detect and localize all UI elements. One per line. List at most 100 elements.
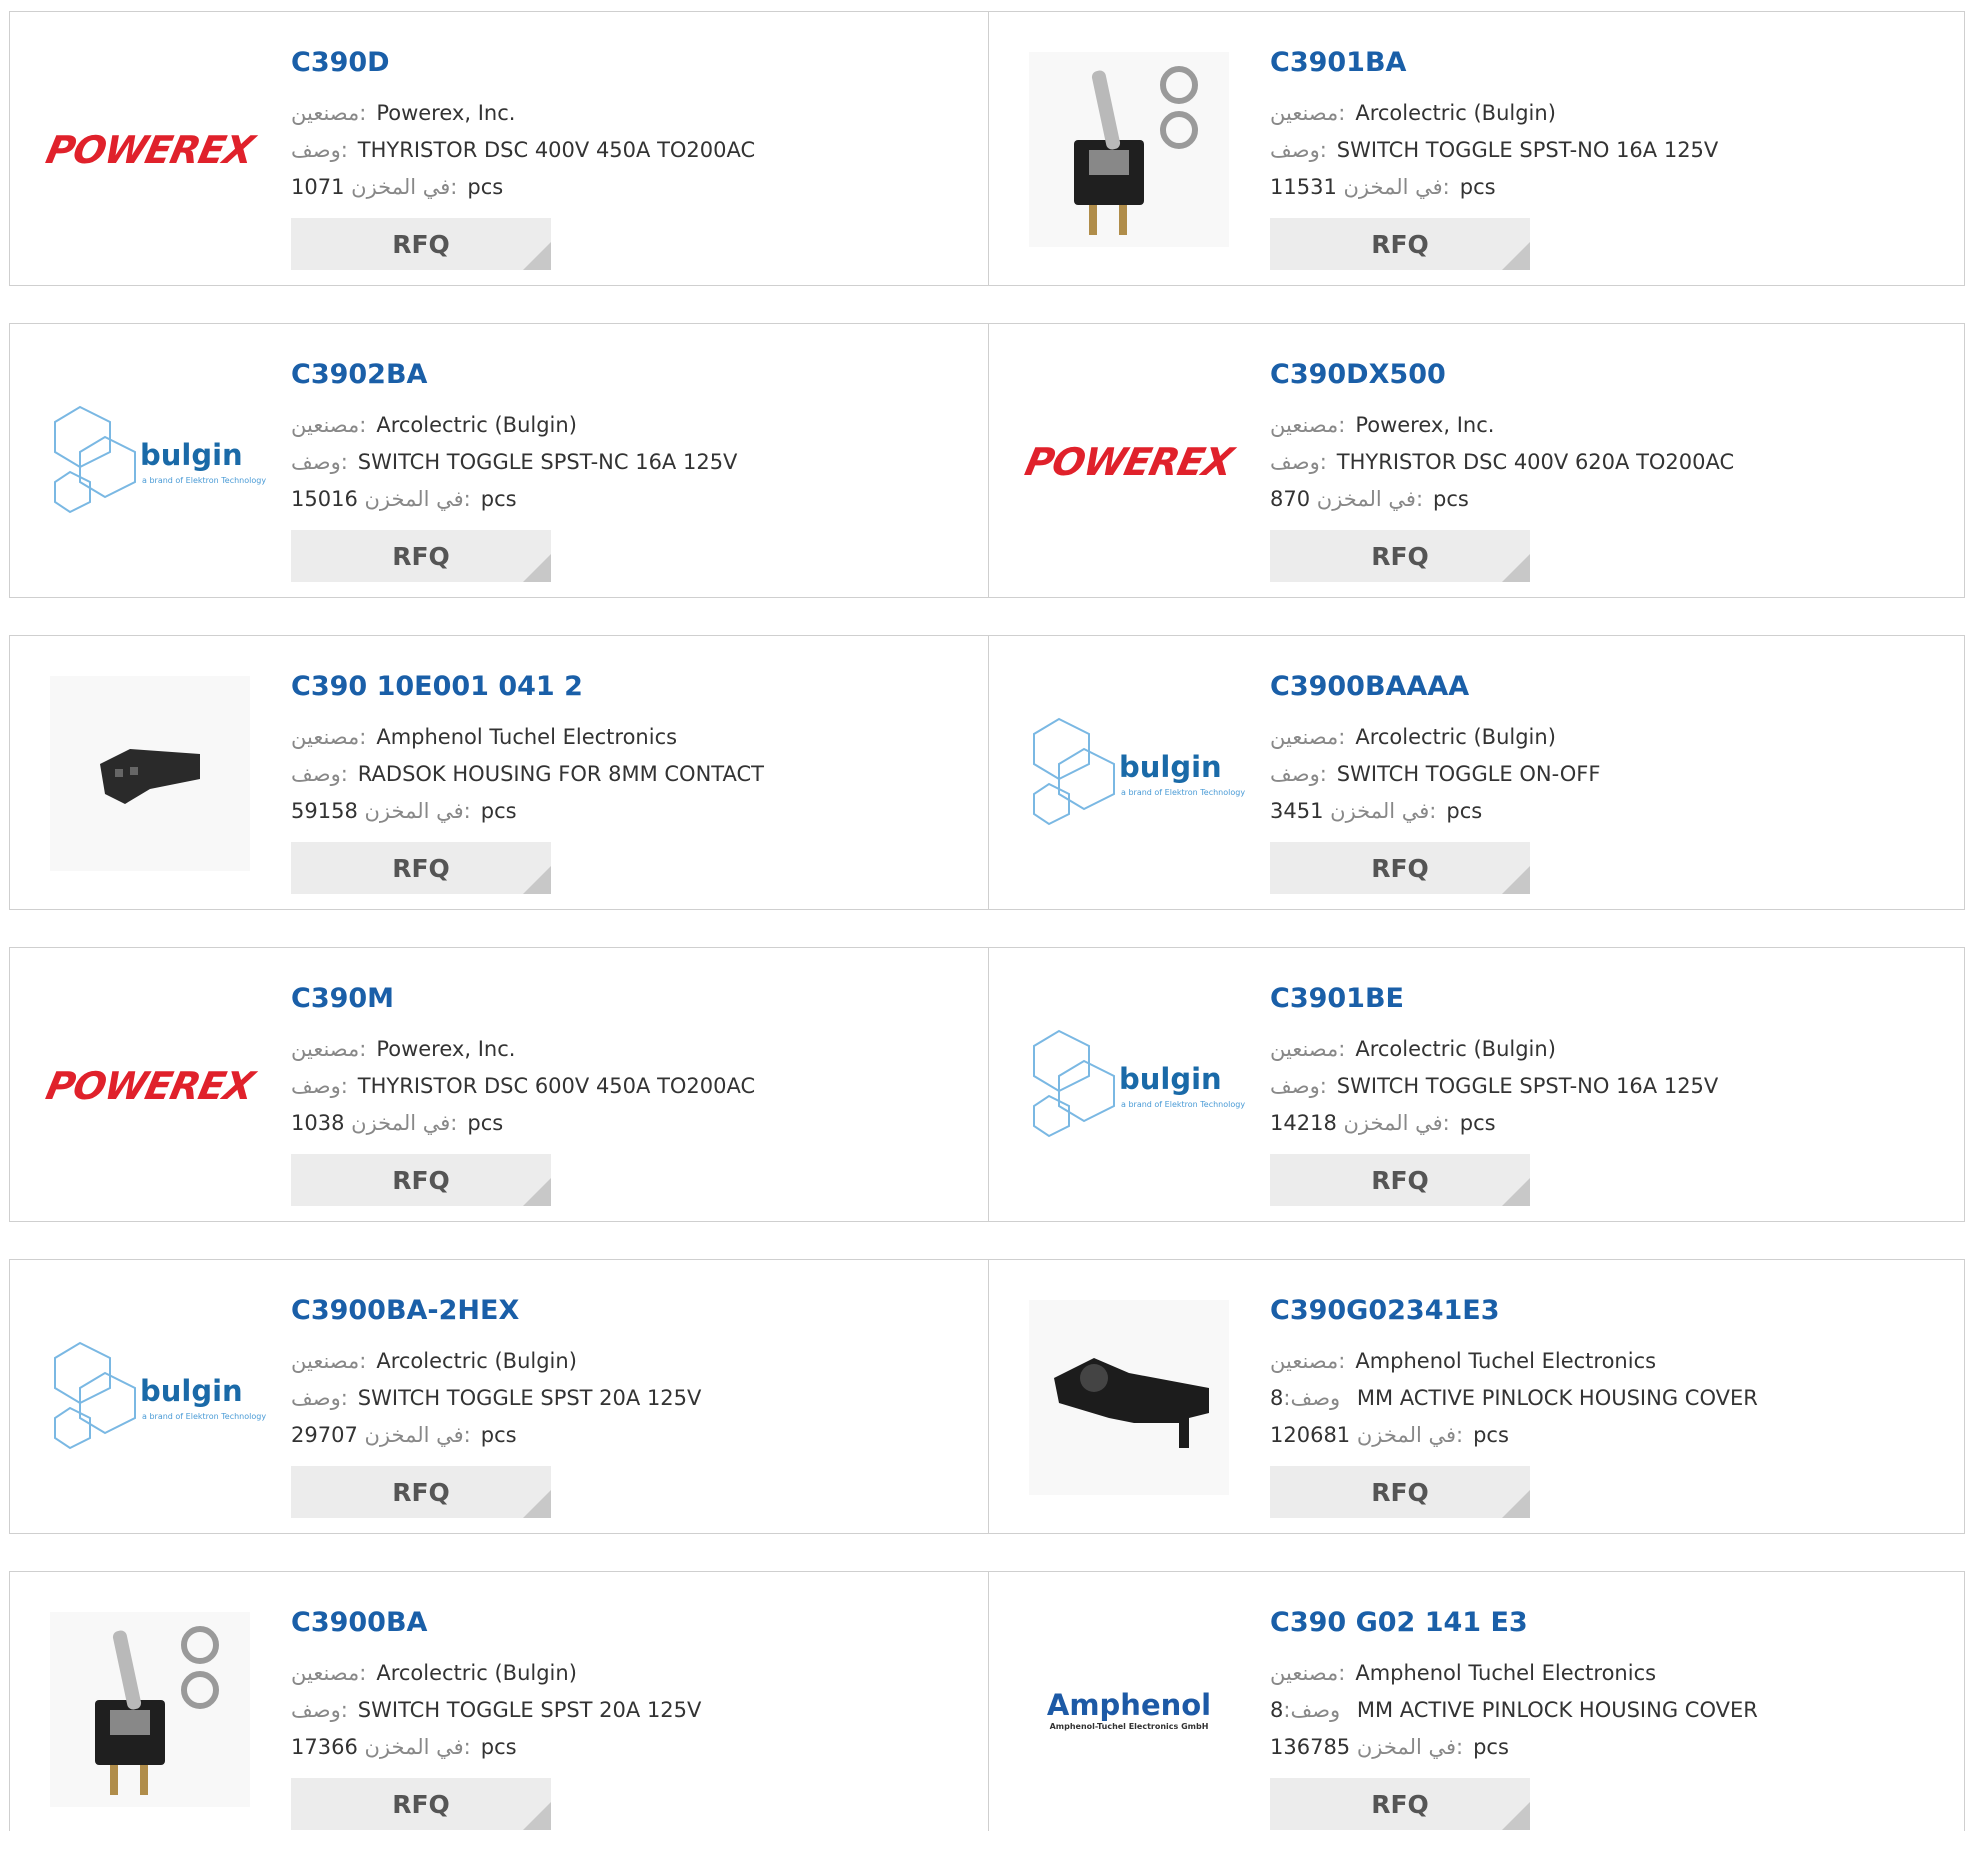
stock-value: 29707 <box>291 1423 358 1447</box>
description-label: وصف: <box>291 1386 348 1410</box>
product-card: bulgin a brand of Elektron Technology C390… <box>988 948 1965 1221</box>
description-line: وصف: SWITCH TOGGLE SPST-NO 16A 125V <box>1270 1068 1950 1105</box>
powerex-logo: POWEREX <box>42 127 258 172</box>
product-image[interactable]: bulgin a brand of Elektron Technology <box>1029 988 1245 1183</box>
product-image[interactable] <box>50 676 250 871</box>
rfq-button[interactable]: RFQ <box>1270 842 1530 894</box>
product-part-number-link[interactable]: C390M <box>291 982 971 1016</box>
stock-value: 14218 <box>1270 1111 1337 1135</box>
description-label: وصف: <box>1270 450 1327 474</box>
product-image[interactable] <box>1029 1300 1229 1495</box>
product-image[interactable]: POWEREX <box>43 52 258 247</box>
product-row: C3900BA مصنعين: Arcolectric (Bulgin) وصف: SW… <box>9 1571 1965 1831</box>
rfq-button[interactable]: RFQ <box>1270 1778 1530 1830</box>
description-label: وصف: <box>1283 1386 1341 1410</box>
corner-triangle-icon <box>523 1490 551 1518</box>
manufacturer-value: Arcolectric (Bulgin) <box>376 413 577 437</box>
product-info: C3900BAAAA مصنعين: Arcolectric (Bulgin) وصف… <box>1270 670 1950 894</box>
stock-label: في المخزن: <box>1330 799 1437 823</box>
stock-line: 29707 في المخزن: pcs <box>291 1417 971 1454</box>
product-card: C390 10E001 041 2 مصنعين: Amphenol Tuchel … <box>10 636 988 909</box>
stock-label: في المخزن: <box>364 1735 471 1759</box>
rfq-button[interactable]: RFQ <box>291 530 551 582</box>
manufacturer-line: مصنعين: Arcolectric (Bulgin) <box>291 1343 971 1380</box>
description-label: وصف: <box>291 1698 348 1722</box>
product-card: POWEREX C390D مصنعين: Powerex, Inc. وصف: THYR… <box>10 12 988 285</box>
product-card: bulgin a brand of Elektron Technology C390… <box>10 324 988 597</box>
rfq-button[interactable]: RFQ <box>291 1154 551 1206</box>
product-part-number-link[interactable]: C3901BA <box>1270 46 1950 80</box>
product-part-number-link[interactable]: C3900BA <box>291 1606 971 1640</box>
product-image[interactable]: POWEREX <box>43 988 258 1183</box>
product-image[interactable] <box>50 1612 250 1807</box>
product-image[interactable]: bulgin a brand of Elektron Technology <box>50 1300 266 1495</box>
product-image[interactable] <box>1029 52 1229 247</box>
bulgin-tagline: a brand of Elektron Technology <box>1121 787 1246 797</box>
manufacturer-line: مصنعين: Amphenol Tuchel Electronics <box>291 719 971 756</box>
description-value: SWITCH TOGGLE SPST-NC 16A 125V <box>357 450 738 474</box>
description-value: 8 MM ACTIVE PINLOCK HOUSING COVER <box>1270 1698 1758 1722</box>
manufacturer-line: مصنعين: Powerex, Inc. <box>291 1031 971 1068</box>
rfq-button[interactable]: RFQ <box>291 842 551 894</box>
stock-value: 59158 <box>291 799 358 823</box>
rfq-label: RFQ <box>1371 1477 1429 1507</box>
corner-triangle-icon <box>523 242 551 270</box>
rfq-label: RFQ <box>392 1165 450 1195</box>
product-card: bulgin a brand of Elektron Technology C390… <box>10 1260 988 1533</box>
product-part-number-link[interactable]: C390 10E001 041 2 <box>291 670 971 704</box>
rfq-button[interactable]: RFQ <box>291 1466 551 1518</box>
description-line: وصف: SWITCH TOGGLE SPST 20A 125V <box>291 1692 971 1729</box>
corner-triangle-icon <box>1502 1802 1530 1830</box>
product-info: C3901BA مصنعين: Arcolectric (Bulgin) وصف: SW… <box>1270 46 1950 270</box>
rfq-button[interactable]: RFQ <box>1270 218 1530 270</box>
rfq-button[interactable]: RFQ <box>291 218 551 270</box>
manufacturer-value: Powerex, Inc. <box>376 1037 516 1061</box>
rfq-label: RFQ <box>1371 1789 1429 1819</box>
description-value: 8 MM ACTIVE PINLOCK HOUSING COVER <box>1270 1386 1758 1410</box>
product-info: C390 10E001 041 2 مصنعين: Amphenol Tuchel … <box>291 670 971 894</box>
manufacturer-value: Arcolectric (Bulgin) <box>1355 101 1556 125</box>
product-part-number-link[interactable]: C3901BE <box>1270 982 1950 1016</box>
product-image[interactable]: bulgin a brand of Elektron Technology <box>50 364 266 559</box>
product-part-number-link[interactable]: C390DX500 <box>1270 358 1950 392</box>
description-value: THYRISTOR DSC 400V 620A TO200AC <box>1336 450 1735 474</box>
corner-triangle-icon <box>1502 554 1530 582</box>
rfq-button[interactable]: RFQ <box>1270 1154 1530 1206</box>
stock-value: 17366 <box>291 1735 358 1759</box>
stock-line: 59158 في المخزن: pcs <box>291 793 971 830</box>
product-part-number-link[interactable]: C3900BAAAA <box>1270 670 1950 704</box>
product-info: C3902BA مصنعين: Arcolectric (Bulgin) وصف: SW… <box>291 358 971 582</box>
stock-line: 11531 في المخزن: pcs <box>1270 169 1950 206</box>
stock-label: في المخزن: <box>1316 487 1424 511</box>
product-part-number-link[interactable]: C390 G02 141 E3 <box>1270 1606 1950 1640</box>
stock-value: 120681 <box>1270 1423 1351 1447</box>
product-info: C3900BA مصنعين: Arcolectric (Bulgin) وصف: SW… <box>291 1606 971 1830</box>
rfq-button[interactable]: RFQ <box>1270 1466 1530 1518</box>
rfq-label: RFQ <box>1371 229 1429 259</box>
rfq-label: RFQ <box>392 541 450 571</box>
stock-value: 136785 <box>1270 1735 1351 1759</box>
stock-label: في المخزن: <box>1343 175 1450 199</box>
description-value: SWITCH TOGGLE SPST 20A 125V <box>357 1386 702 1410</box>
stock-line: 136785 في المخزن: pcs <box>1270 1729 1950 1766</box>
product-info: C390DX500 مصنعين: Powerex, Inc. وصف: THYRIST… <box>1270 358 1950 582</box>
rfq-button[interactable]: RFQ <box>291 1778 551 1830</box>
product-info: C390G02341E3 مصنعين: Amphenol Tuchel Elect… <box>1270 1294 1950 1518</box>
manufacturer-value: Amphenol Tuchel Electronics <box>376 725 678 749</box>
description-value: THYRISTOR DSC 600V 450A TO200AC <box>357 1074 756 1098</box>
product-image[interactable]: Amphenol Amphenol-Tuchel Electronics GmbH <box>1029 1612 1229 1807</box>
manufacturer-value: Amphenol Tuchel Electronics <box>1355 1349 1657 1373</box>
product-part-number-link[interactable]: C390G02341E3 <box>1270 1294 1950 1328</box>
product-image[interactable]: bulgin a brand of Elektron Technology <box>1029 676 1245 871</box>
product-part-number-link[interactable]: C390D <box>291 46 971 80</box>
stock-value: 11531 <box>1270 175 1337 199</box>
product-row: POWEREX C390M مصنعين: Powerex, Inc. وصف: THYR… <box>9 947 1965 1222</box>
stock-unit: pcs <box>1446 799 1483 823</box>
description-line: وصف: THYRISTOR DSC 400V 620A TO200AC <box>1270 444 1950 481</box>
rfq-button[interactable]: RFQ <box>1270 530 1530 582</box>
product-part-number-link[interactable]: C3900BA-2HEX <box>291 1294 971 1328</box>
product-part-number-link[interactable]: C3902BA <box>291 358 971 392</box>
manufacturer-line: مصنعين: Powerex, Inc. <box>291 95 971 132</box>
stock-unit: pcs <box>1473 1423 1509 1447</box>
product-image[interactable]: POWEREX <box>1022 364 1237 559</box>
